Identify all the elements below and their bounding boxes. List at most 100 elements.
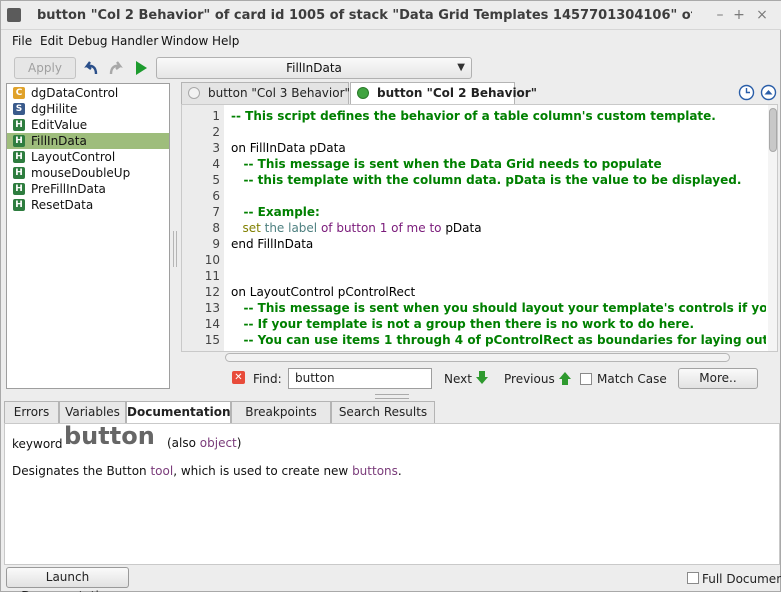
code-line[interactable]: set the label of button 1 of me to pData — [231, 221, 766, 235]
doc-keyword: button — [64, 422, 155, 450]
handler-name: EditValue — [31, 118, 88, 132]
doc-entry-type: keyword — [12, 437, 63, 451]
handler-item[interactable]: HmouseDoubleUp — [7, 165, 169, 181]
code-token: end FillInData — [231, 237, 314, 251]
pane-divider[interactable] — [173, 231, 177, 267]
code-token: -- This message is sent when you should … — [243, 301, 766, 315]
code-line[interactable]: -- This message is sent when the Data Gr… — [231, 157, 766, 171]
handler-item[interactable]: H PreFillInData — [7, 181, 169, 197]
app-icon — [7, 8, 21, 22]
code-token: the label — [264, 221, 318, 235]
code-line[interactable]: end FillInData — [231, 237, 766, 251]
tab-col-2-behavior[interactable]: button "Col 2 Behavior" — [350, 82, 537, 104]
handler-name: mouseDoubleUp — [31, 166, 131, 180]
tab-documentation[interactable]: Documentation — [126, 401, 231, 423]
handler-list[interactable]: CdgDataControl SdgHilite H EditValue H FillIn… — [6, 83, 170, 389]
find-previous-label: Previous — [504, 372, 555, 386]
undo-icon[interactable] — [83, 59, 99, 77]
title-bar[interactable]: button "Col 2 Behavior" of card id 1005 … — [1, 1, 781, 30]
menu-window[interactable]: Window — [161, 34, 208, 48]
panel-splitter-handle[interactable] — [375, 394, 409, 399]
handler-name: LayoutControl — [31, 150, 116, 164]
handler-name: PreFillInData — [31, 182, 106, 196]
menu-debug[interactable]: Debug — [68, 34, 107, 48]
match-case-label: Match Case — [597, 372, 667, 386]
code-token: -- Example: — [231, 205, 320, 219]
doc-also-suffix: ) — [236, 436, 242, 450]
code-line[interactable]: on LayoutControl pControlRect — [231, 285, 766, 299]
status-dot-icon — [188, 87, 200, 99]
chevron-down-icon: ▼ — [457, 62, 465, 73]
handler-type-icon: S — [13, 103, 25, 115]
handler-item[interactable]: H FillInData — [7, 133, 169, 149]
handler-item[interactable]: CdgDataControl — [7, 85, 169, 101]
tab-variables[interactable]: Variables — [59, 401, 126, 423]
handler-type-icon: H — [13, 135, 25, 147]
doc-desc-part: , which is used to create new — [173, 464, 353, 478]
code-line[interactable]: -- If your template is not a group then … — [231, 317, 766, 331]
minimize-button[interactable]: – — [712, 7, 728, 23]
line-number: 7 — [212, 205, 220, 219]
bottom-tabs: Errors Variables Documentation Breakpoin… — [1, 401, 781, 423]
code-token: -- This message is sent when the Data Gr… — [231, 157, 662, 171]
find-next-button[interactable]: Next — [444, 371, 488, 386]
handler-item[interactable]: H EditValue — [7, 117, 169, 133]
doc-link-object[interactable]: object — [200, 436, 237, 450]
code-line[interactable]: -- this template with the column data. p… — [231, 173, 766, 187]
code-token: on LayoutControl pControlRect — [231, 285, 416, 299]
code-token: -- You can use items 1 through 4 of pCon… — [243, 333, 766, 347]
more-button[interactable]: More.. — [678, 368, 758, 389]
menu-handler[interactable]: Handler — [111, 34, 158, 48]
line-number: 5 — [212, 173, 220, 187]
close-find-icon[interactable]: ✕ — [232, 371, 245, 384]
close-button[interactable]: × — [754, 7, 770, 23]
full-document-checkbox[interactable] — [687, 572, 699, 584]
match-case-checkbox[interactable] — [580, 373, 592, 385]
line-number: 2 — [212, 125, 220, 139]
code-line[interactable]: -- This message is sent when you should … — [231, 301, 766, 315]
code-token: -- This script defines the behavior of a… — [231, 109, 716, 123]
handler-name: ResetData — [31, 198, 94, 212]
find-input[interactable]: button — [288, 368, 432, 389]
line-number: 10 — [204, 253, 220, 267]
handler-dropdown[interactable]: FillInData ▼ — [156, 57, 472, 79]
menu-edit[interactable]: Edit — [40, 34, 63, 48]
tab-breakpoints[interactable]: Breakpoints — [231, 401, 331, 423]
tab-errors[interactable]: Errors — [4, 401, 59, 423]
code-editor[interactable]: 1 2 3 4 5 6 7 8 9 10 11 12 13 14 15 -- This script def… — [181, 104, 778, 352]
handler-item[interactable]: H ResetData — [7, 197, 169, 213]
launch-documentation-button[interactable]: Launch Documentation — [6, 567, 129, 592]
line-number: 3 — [212, 141, 220, 155]
doc-also-prefix: (also — [167, 436, 200, 450]
history-clock-icon[interactable] — [738, 84, 755, 101]
vertical-scroll-thumb[interactable] — [769, 108, 777, 152]
code-line[interactable]: -- Example: — [231, 205, 766, 219]
doc-also-line: (also object) — [167, 436, 241, 450]
doc-link-buttons[interactable]: buttons — [352, 464, 398, 478]
code-line[interactable]: -- You can use items 1 through 4 of pCon… — [231, 333, 766, 347]
handler-item[interactable]: SdgHilite — [7, 101, 169, 117]
find-previous-button[interactable]: Previous — [504, 371, 571, 386]
line-number: 15 — [204, 333, 220, 347]
tab-search-results[interactable]: Search Results — [331, 401, 435, 423]
line-number: 13 — [204, 301, 220, 315]
run-icon[interactable] — [134, 60, 148, 76]
apply-button[interactable]: Apply — [14, 57, 76, 79]
code-line[interactable]: -- This script defines the behavior of a… — [231, 109, 766, 123]
status-dot-icon — [357, 87, 369, 99]
collapse-up-icon[interactable] — [760, 84, 777, 101]
arrow-up-icon — [558, 372, 571, 385]
doc-link-tool[interactable]: tool — [150, 464, 173, 478]
maximize-button[interactable]: + — [731, 7, 747, 23]
code-line[interactable]: on FillInData pData — [231, 141, 766, 155]
menu-help[interactable]: Help — [212, 34, 239, 48]
horizontal-scrollbar[interactable] — [225, 353, 730, 362]
code-token: of button 1 of me to — [317, 221, 446, 235]
window-title: button "Col 2 Behavior" of card id 1005 … — [37, 8, 692, 23]
code-token: -- If your template is not a group then … — [231, 317, 695, 331]
tab-col-3-behavior[interactable]: button "Col 3 Behavior" — [181, 82, 350, 104]
handler-item[interactable]: H LayoutControl — [7, 149, 169, 165]
menu-file[interactable]: File — [12, 34, 32, 48]
code-token: on FillInData pData — [231, 141, 346, 155]
redo-icon[interactable] — [108, 59, 124, 77]
